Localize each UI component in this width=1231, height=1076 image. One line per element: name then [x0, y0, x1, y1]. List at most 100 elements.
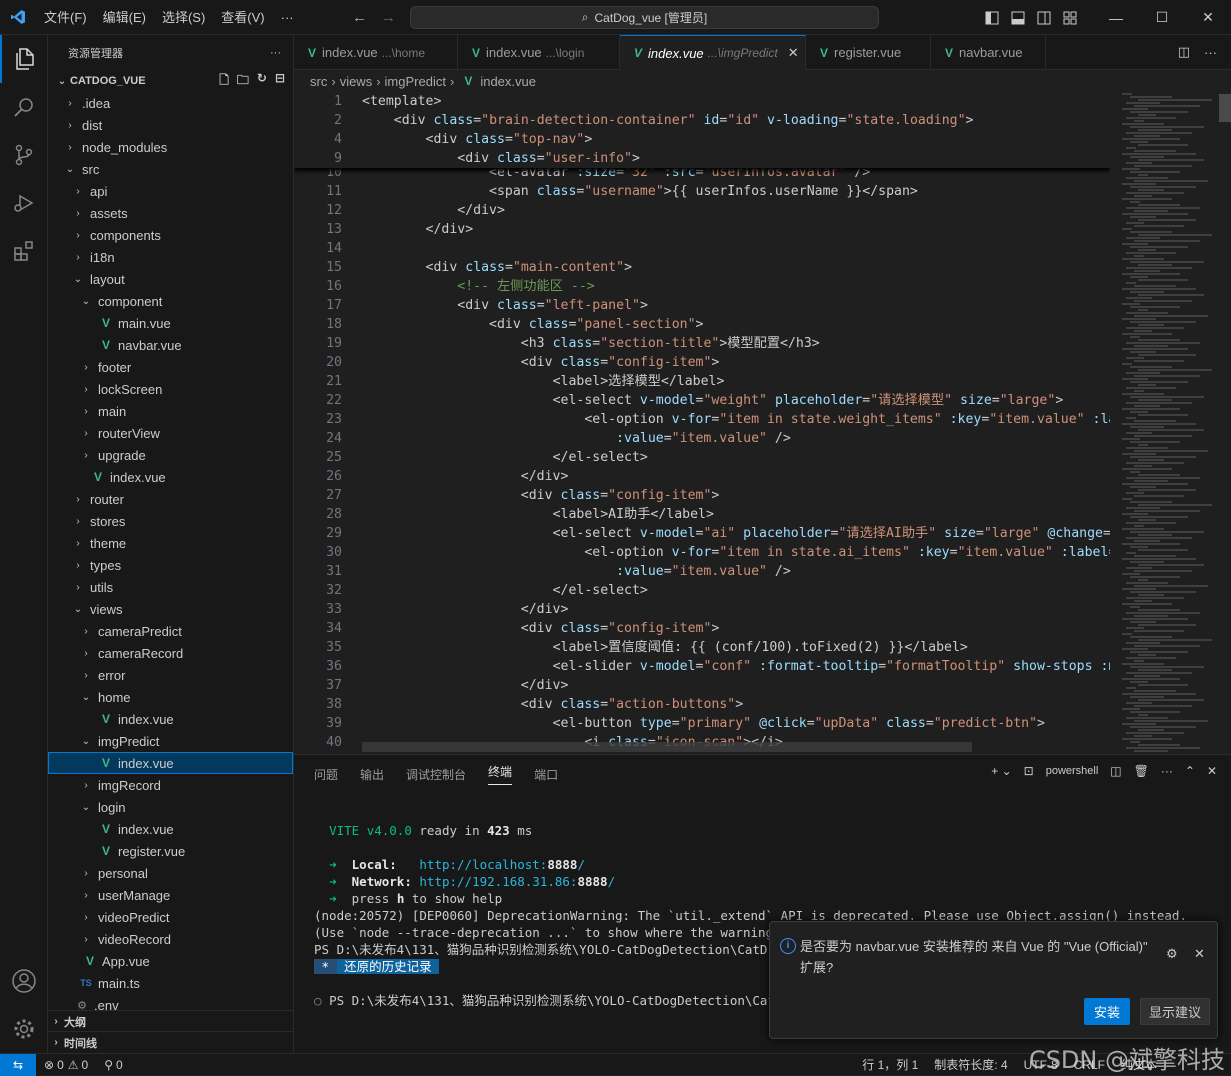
tree-folder[interactable]: › cameraPredict [48, 620, 293, 642]
close-tab-icon[interactable]: ✕ [788, 45, 799, 61]
error-count[interactable]: 0 [57, 1058, 64, 1072]
menu-item[interactable]: 查看(V) [213, 0, 272, 35]
breadcrumb-item[interactable]: views [340, 74, 373, 89]
warning-icon[interactable]: ⚠ [68, 1058, 79, 1072]
editor-tab[interactable]: Vnavbar.vue [931, 35, 1046, 70]
tree-file[interactable]: Vmain.vue [48, 312, 293, 334]
code-line[interactable]: 38 <div class="action-buttons"> [294, 695, 1110, 714]
code-line[interactable]: 21 <label>选择模型</label> [294, 372, 1110, 391]
cursor-position[interactable]: 行 1，列 1 [862, 1056, 918, 1073]
panel-tab[interactable]: 端口 [534, 766, 558, 783]
show-recommendations-button[interactable]: 显示建议 [1140, 998, 1210, 1025]
timeline-section[interactable]: › 时间线 [48, 1031, 293, 1053]
code-line[interactable]: 29 <el-select v-model="ai" placeholder="… [294, 524, 1110, 543]
indentation[interactable]: 制表符长度: 4 [934, 1056, 1007, 1073]
customize-layout-icon[interactable] [1057, 0, 1083, 35]
code-line[interactable]: 16 <!-- 左侧功能区 --> [294, 277, 1110, 296]
code-line[interactable]: 30 <el-option v-for="item in state.ai_it… [294, 543, 1110, 562]
more-actions-icon[interactable]: ··· [1204, 45, 1217, 60]
tree-folder[interactable]: › .idea [48, 92, 293, 114]
tree-folder[interactable]: ⌄ layout [48, 268, 293, 290]
code-line[interactable]: 39 <el-button type="primary" @click="upD… [294, 714, 1110, 733]
accounts-icon[interactable] [0, 957, 48, 1005]
workspace-root[interactable]: ⌄ CATDOG_VUE 🗋 🗀 ↻ ⊟ [48, 70, 293, 92]
code-lines[interactable]: 10 <el-avatar :size="32" :src="userInfos… [294, 92, 1110, 754]
outline-section[interactable]: › 大纲 [48, 1010, 293, 1032]
kill-terminal-icon[interactable]: 🗑 [1134, 764, 1149, 778]
code-line[interactable]: 26 </div> [294, 467, 1110, 486]
code-line[interactable]: 22 <el-select v-model="weight" placehold… [294, 391, 1110, 410]
tree-folder[interactable]: › cameraRecord [48, 642, 293, 664]
close-window-button[interactable]: ✕ [1185, 0, 1231, 35]
minimize-button[interactable]: — [1093, 0, 1139, 35]
tree-folder[interactable]: › lockScreen [48, 378, 293, 400]
panel-tab[interactable]: 调试控制台 [406, 766, 466, 783]
code-line[interactable]: 32 </el-select> [294, 581, 1110, 600]
editor-tab[interactable]: Vindex.vue ...\imgPredict ✕ [620, 35, 806, 70]
install-button[interactable]: 安装 [1084, 998, 1130, 1025]
split-terminal-icon[interactable]: ◫ [1110, 764, 1121, 778]
tree-folder[interactable]: › components [48, 224, 293, 246]
refresh-icon[interactable]: ↻ [257, 71, 267, 92]
ports-count[interactable]: 0 [116, 1058, 123, 1072]
code-line[interactable]: 9 <div class="user-info"> [294, 149, 1110, 168]
close-panel-icon[interactable]: ✕ [1207, 764, 1217, 778]
code-line[interactable]: 11 <span class="username">{{ userInfos.u… [294, 182, 1110, 201]
tree-folder[interactable]: › footer [48, 356, 293, 378]
more-menu-icon[interactable]: ··· [273, 0, 302, 35]
code-line[interactable]: 35 <label>置信度阈值: {{ (conf/100).toFixed(2… [294, 638, 1110, 657]
tree-file[interactable]: Vindex.vue [48, 752, 293, 774]
toggle-panel-icon[interactable] [1005, 0, 1031, 35]
code-line[interactable]: 27 <div class="config-item"> [294, 486, 1110, 505]
manage-gear-icon[interactable] [0, 1005, 48, 1053]
tree-folder[interactable]: › videoPredict [48, 906, 293, 928]
split-editor-icon[interactable]: ◫ [1178, 44, 1190, 60]
panel-tab[interactable]: 输出 [360, 766, 384, 783]
code-line[interactable]: 2 <div class="brain-detection-container"… [294, 111, 1110, 130]
explorer-icon[interactable] [0, 35, 48, 83]
tree-folder[interactable]: › userManage [48, 884, 293, 906]
code-line[interactable]: 23 <el-option v-for="item in state.weigh… [294, 410, 1110, 429]
menu-item[interactable]: 文件(F) [36, 0, 95, 35]
panel-tab[interactable]: 终端 [488, 763, 513, 785]
code-line[interactable]: 17 <div class="left-panel"> [294, 296, 1110, 315]
code-line[interactable]: 34 <div class="config-item"> [294, 619, 1110, 638]
tree-folder[interactable]: › personal [48, 862, 293, 884]
maximize-panel-icon[interactable]: ⌃ [1185, 764, 1195, 778]
code-line[interactable]: 15 <div class="main-content"> [294, 258, 1110, 277]
new-file-icon[interactable]: 🗋 [219, 71, 229, 92]
tree-file[interactable]: V App.vue [48, 950, 293, 972]
network-url[interactable]: http://192.168.31.86:8888/ [419, 874, 615, 889]
tree-folder[interactable]: › node_modules [48, 136, 293, 158]
tree-folder[interactable]: › main [48, 400, 293, 422]
tree-folder[interactable]: › types [48, 554, 293, 576]
tree-file[interactable]: Vregister.vue [48, 840, 293, 862]
code-editor[interactable]: 10 <el-avatar :size="32" :src="userInfos… [294, 92, 1231, 754]
tree-folder[interactable]: › dist [48, 114, 293, 136]
remote-icon[interactable]: ⇆ [0, 1053, 36, 1076]
code-line[interactable]: 33 </div> [294, 600, 1110, 619]
tree-file[interactable]: Vnavbar.vue [48, 334, 293, 356]
tree-file[interactable]: Vindex.vue [48, 466, 293, 488]
tree-folder[interactable]: ⌄ views [48, 598, 293, 620]
tree-folder[interactable]: › error [48, 664, 293, 686]
editor-tab[interactable]: Vindex.vue ...\home [294, 35, 458, 70]
code-body[interactable]: 10 <el-avatar :size="32" :src="userInfos… [294, 163, 1110, 752]
panel-tab[interactable]: 问题 [314, 766, 338, 783]
horizontal-scrollbar[interactable] [362, 742, 972, 752]
search-icon[interactable] [0, 83, 48, 131]
breadcrumb-item[interactable]: imgPredict [385, 74, 446, 89]
tree-folder[interactable]: › assets [48, 202, 293, 224]
tree-folder[interactable]: › videoRecord [48, 928, 293, 950]
back-arrow-icon[interactable]: ← [352, 9, 367, 26]
minimap[interactable] [1116, 92, 1219, 754]
ports-icon[interactable]: ⚲ [104, 1058, 113, 1072]
editor-tab[interactable]: Vindex.vue ...\login [458, 35, 620, 70]
tree-file[interactable]: TS main.ts [48, 972, 293, 994]
code-line[interactable]: 24 :value="item.value" /> [294, 429, 1110, 448]
breadcrumb-item[interactable]: src [310, 74, 327, 89]
code-line[interactable]: 31 :value="item.value" /> [294, 562, 1110, 581]
code-line[interactable]: 12 </div> [294, 201, 1110, 220]
source-control-icon[interactable] [0, 131, 48, 179]
tree-folder[interactable]: ⌄ home [48, 686, 293, 708]
